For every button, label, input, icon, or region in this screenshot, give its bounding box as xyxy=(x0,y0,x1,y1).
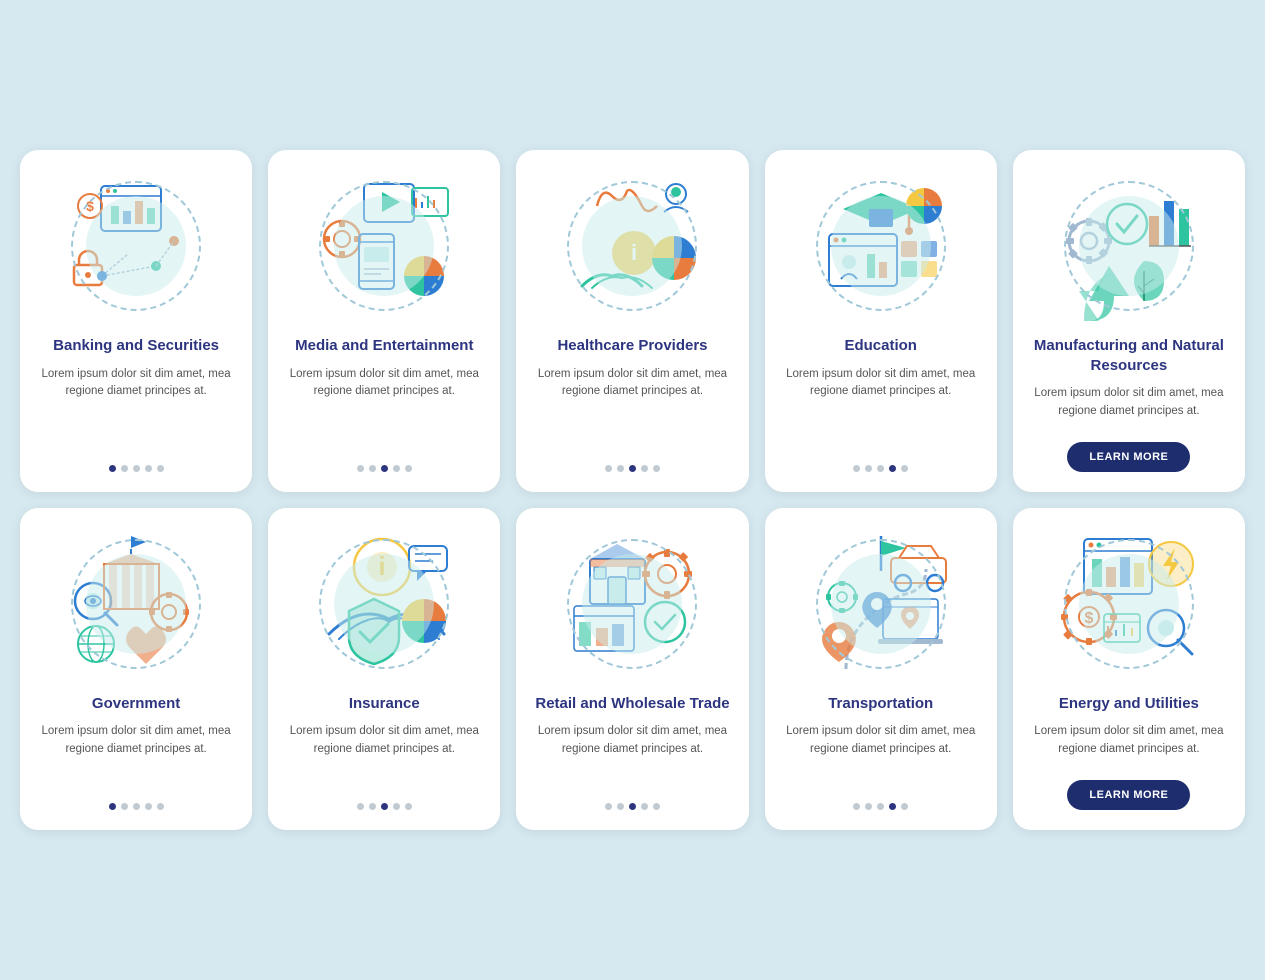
card-education-dots xyxy=(853,457,908,472)
dot[interactable] xyxy=(369,465,376,472)
dot[interactable] xyxy=(145,803,152,810)
card-media-icon-area xyxy=(304,166,464,326)
card-banking-dots xyxy=(109,457,164,472)
card-media-title: Media and Entertainment xyxy=(295,336,473,356)
dot[interactable] xyxy=(109,465,116,472)
card-education: Education Lorem ipsum dolor sit dim amet… xyxy=(765,150,997,492)
dot[interactable] xyxy=(605,803,612,810)
card-media-body: Lorem ipsum dolor sit dim amet, mea regi… xyxy=(284,366,484,401)
card-banking-body: Lorem ipsum dolor sit dim amet, mea regi… xyxy=(36,366,236,401)
dot[interactable] xyxy=(605,465,612,472)
dot[interactable] xyxy=(381,803,388,810)
dot[interactable] xyxy=(889,803,896,810)
card-insurance-dots xyxy=(357,795,412,810)
card-manufacturing: Manufacturing and Natural Resources Lore… xyxy=(1013,150,1245,492)
dot[interactable] xyxy=(629,803,636,810)
card-government-dots xyxy=(109,795,164,810)
card-transportation-dots xyxy=(853,795,908,810)
card-manufacturing-title: Manufacturing and Natural Resources xyxy=(1029,336,1229,375)
card-education-body: Lorem ipsum dolor sit dim amet, mea regi… xyxy=(781,366,981,401)
dot[interactable] xyxy=(853,465,860,472)
dot[interactable] xyxy=(877,465,884,472)
card-government-body: Lorem ipsum dolor sit dim amet, mea regi… xyxy=(36,723,236,758)
dot[interactable] xyxy=(901,465,908,472)
dot[interactable] xyxy=(145,465,152,472)
dot[interactable] xyxy=(629,465,636,472)
card-retail-dots xyxy=(605,795,660,810)
card-manufacturing-icon-area xyxy=(1049,166,1209,326)
card-insurance-body: Lorem ipsum dolor sit dim amet, mea regi… xyxy=(284,723,484,758)
card-manufacturing-body: Lorem ipsum dolor sit dim amet, mea regi… xyxy=(1029,385,1229,420)
card-banking: $ Banking and Securities Lorem ipsum dol… xyxy=(20,150,252,492)
card-banking-title: Banking and Securities xyxy=(53,336,219,356)
dot[interactable] xyxy=(133,803,140,810)
card-retail: Retail and Wholesale Trade Lorem ipsum d… xyxy=(516,508,748,830)
card-media-dots xyxy=(357,457,412,472)
dot[interactable] xyxy=(393,465,400,472)
card-government-title: Government xyxy=(92,694,180,714)
dot[interactable] xyxy=(405,803,412,810)
dot[interactable] xyxy=(653,803,660,810)
dot[interactable] xyxy=(901,803,908,810)
card-transportation-title: Transportation xyxy=(828,694,933,714)
card-retail-body: Lorem ipsum dolor sit dim amet, mea regi… xyxy=(532,723,732,758)
dot[interactable] xyxy=(617,803,624,810)
dot[interactable] xyxy=(157,803,164,810)
card-education-title: Education xyxy=(844,336,917,356)
card-energy: $ xyxy=(1013,508,1245,830)
card-government: Government Lorem ipsum dolor sit dim ame… xyxy=(20,508,252,830)
dot[interactable] xyxy=(357,803,364,810)
dot[interactable] xyxy=(157,465,164,472)
dot[interactable] xyxy=(121,803,128,810)
dot[interactable] xyxy=(877,803,884,810)
card-insurance-title: Insurance xyxy=(349,694,420,714)
card-healthcare-icon-area: i xyxy=(552,166,712,326)
card-government-icon-area xyxy=(56,524,216,684)
card-energy-title: Energy and Utilities xyxy=(1059,694,1199,714)
card-healthcare-title: Healthcare Providers xyxy=(557,336,707,356)
card-retail-icon-area xyxy=(552,524,712,684)
card-insurance-icon-area: i xyxy=(304,524,464,684)
card-education-icon-area xyxy=(801,166,961,326)
dot[interactable] xyxy=(865,803,872,810)
card-banking-icon-area: $ xyxy=(56,166,216,326)
learn-more-button-1[interactable]: LEARN MORE xyxy=(1067,442,1190,472)
learn-more-button-2[interactable]: LEARN MORE xyxy=(1067,780,1190,810)
dot[interactable] xyxy=(853,803,860,810)
card-insurance: i xyxy=(268,508,500,830)
card-transportation: Transportation Lorem ipsum dolor sit dim… xyxy=(765,508,997,830)
dot[interactable] xyxy=(865,465,872,472)
dot[interactable] xyxy=(121,465,128,472)
card-healthcare-dots xyxy=(605,457,660,472)
dot[interactable] xyxy=(393,803,400,810)
card-transportation-body: Lorem ipsum dolor sit dim amet, mea regi… xyxy=(781,723,981,758)
card-energy-icon-area: $ xyxy=(1049,524,1209,684)
card-healthcare-body: Lorem ipsum dolor sit dim amet, mea regi… xyxy=(532,366,732,401)
dot[interactable] xyxy=(617,465,624,472)
dot[interactable] xyxy=(133,465,140,472)
dot[interactable] xyxy=(641,803,648,810)
dot[interactable] xyxy=(405,465,412,472)
dot[interactable] xyxy=(381,465,388,472)
card-media: Media and Entertainment Lorem ipsum dolo… xyxy=(268,150,500,492)
dot[interactable] xyxy=(109,803,116,810)
dot[interactable] xyxy=(369,803,376,810)
dot[interactable] xyxy=(653,465,660,472)
dot[interactable] xyxy=(641,465,648,472)
card-transportation-icon-area xyxy=(801,524,961,684)
card-retail-title: Retail and Wholesale Trade xyxy=(535,694,729,714)
card-energy-body: Lorem ipsum dolor sit dim amet, mea regi… xyxy=(1029,723,1229,758)
dot[interactable] xyxy=(889,465,896,472)
cards-grid: $ Banking and Securities Lorem ipsum dol… xyxy=(20,150,1245,830)
dot[interactable] xyxy=(357,465,364,472)
card-healthcare: i xyxy=(516,150,748,492)
